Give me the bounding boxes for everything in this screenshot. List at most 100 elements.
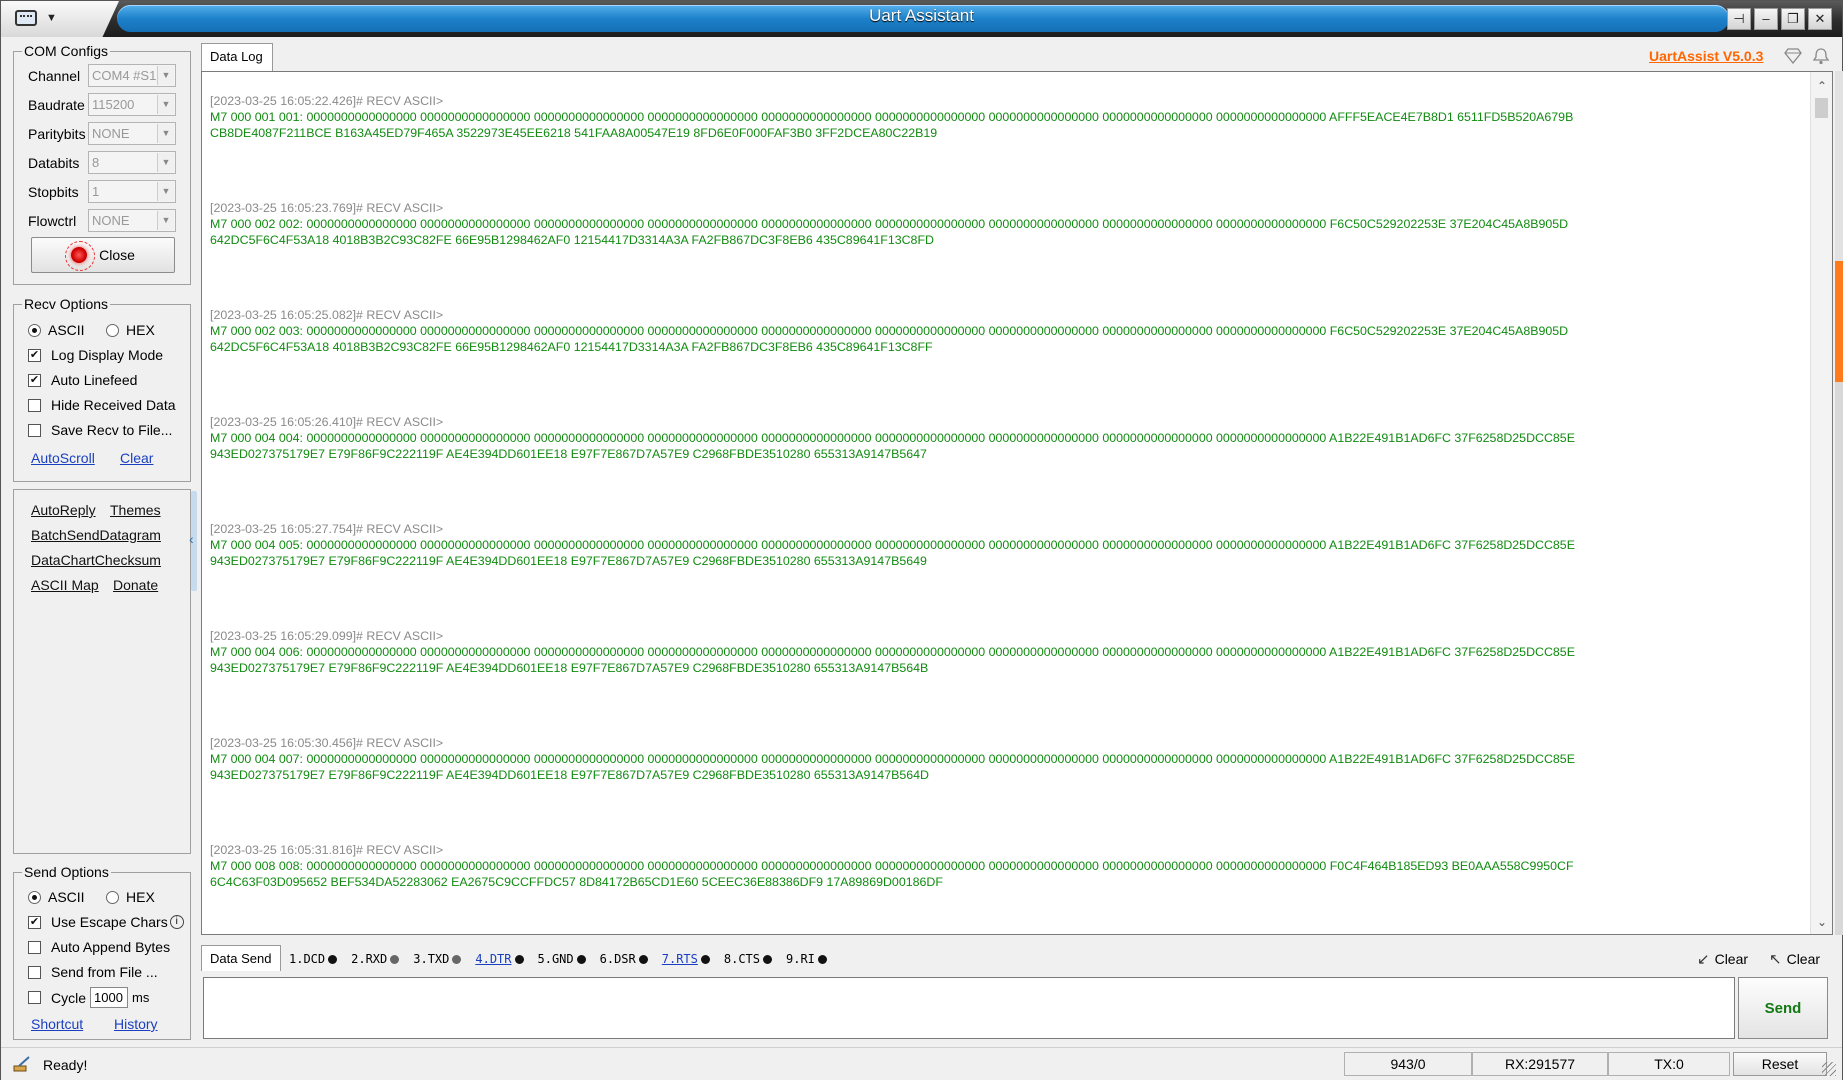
channel-row: Channel COM4 #S1 ▼ xyxy=(28,64,176,87)
close-icon[interactable]: ✕ xyxy=(1808,8,1832,30)
pin-label: 9.RI xyxy=(786,952,815,966)
chevron-down-icon: ▼ xyxy=(157,182,174,201)
com-configs-title: COM Configs xyxy=(22,43,111,59)
flowctrl-select[interactable]: NONE ▼ xyxy=(88,209,176,232)
reset-button[interactable]: Reset xyxy=(1733,1052,1827,1076)
log-content: [2023-03-25 16:05:22.426]# RECV ASCII> M7… xyxy=(210,72,1800,934)
log-display-mode-checkbox[interactable]: ✔ Log Display Mode xyxy=(28,347,163,363)
pin-indicator[interactable]: 4.DTR xyxy=(475,952,524,966)
close-port-button[interactable]: Close xyxy=(31,237,175,273)
diamond-icon[interactable] xyxy=(1784,48,1802,64)
pin-indicator: 9.RI xyxy=(786,952,827,966)
cycle-interval-input[interactable]: 1000 xyxy=(90,987,129,1008)
data-log-view[interactable]: [2023-03-25 16:05:22.426]# RECV ASCII> M7… xyxy=(201,71,1833,935)
minimize-icon[interactable]: – xyxy=(1754,8,1778,30)
tab-data-send[interactable]: Data Send xyxy=(201,945,281,971)
recv-hex-radio[interactable]: HEX xyxy=(106,322,155,338)
scroll-down-icon[interactable]: ⌄ xyxy=(1811,912,1832,932)
chevron-down-icon: ▼ xyxy=(157,124,174,143)
log-data-line: M7 000 004 007: 0000000000000000 0000000… xyxy=(210,752,1575,766)
cycle-row: Cycle 1000 ms xyxy=(28,987,149,1008)
pin-led-icon xyxy=(514,954,524,964)
auto-linefeed-checkbox[interactable]: ✔ Auto Linefeed xyxy=(28,372,137,388)
pin-led-icon xyxy=(638,954,648,964)
version-link[interactable]: UartAssist V5.0.3 xyxy=(1649,48,1763,64)
use-escape-chars-checkbox[interactable]: ✔ Use Escape Chars i xyxy=(28,914,184,930)
radio-selected-icon xyxy=(28,323,41,337)
pin-label: 3.TXD xyxy=(413,952,450,966)
shortcut-link[interactable]: Shortcut xyxy=(31,1016,83,1032)
baudrate-label: Baudrate xyxy=(28,96,85,113)
pin-icon[interactable]: ⊣ xyxy=(1727,8,1751,30)
close-port-label: Close xyxy=(99,247,135,263)
log-timestamp: [2023-03-25 16:05:27.754]# RECV ASCII> xyxy=(210,522,444,536)
flowctrl-row: Flowctrl NONE ▼ xyxy=(28,209,176,232)
maximize-icon[interactable]: ❐ xyxy=(1781,8,1805,30)
radio-selected-icon xyxy=(28,890,41,904)
autoscroll-link[interactable]: AutoScroll xyxy=(31,450,95,466)
send-from-file-checkbox[interactable]: Send from File ... xyxy=(28,964,158,980)
info-icon[interactable]: i xyxy=(169,915,184,929)
right-edge-strip xyxy=(1835,71,1843,935)
log-data-line: 943ED027375179E7 E79F86F9C222119F AE4E39… xyxy=(210,554,927,568)
title-bar[interactable]: ▼ Uart Assistant ⊣ – ❐ ✕ xyxy=(1,1,1842,37)
chevron-down-icon: ▼ xyxy=(157,211,174,230)
databits-select[interactable]: 8 ▼ xyxy=(88,151,176,174)
tab-data-log[interactable]: Data Log xyxy=(201,43,273,71)
log-data-line: M7 000 004 006: 0000000000000000 0000000… xyxy=(210,645,1575,659)
pin-indicator[interactable]: 7.RTS xyxy=(662,952,710,966)
log-scrollbar[interactable]: ⌃ ⌄ xyxy=(1810,72,1832,934)
log-timestamp: [2023-03-25 16:05:29.099]# RECV ASCII> xyxy=(210,629,444,643)
pin-label: 1.DCD xyxy=(289,952,326,966)
log-entry: [2023-03-25 16:05:25.082]# RECV ASCII> M7… xyxy=(210,307,1800,355)
autoreply-link[interactable]: AutoReply xyxy=(31,502,96,518)
stopbits-label: Stopbits xyxy=(28,183,79,200)
send-button[interactable]: Send xyxy=(1738,977,1828,1039)
log-data-line: M7 000 004 004: 0000000000000000 0000000… xyxy=(210,431,1575,445)
themes-link[interactable]: Themes xyxy=(110,502,161,518)
hide-received-checkbox[interactable]: Hide Received Data xyxy=(28,397,176,413)
pin-indicator: 8.CTS xyxy=(724,952,772,966)
bell-icon[interactable] xyxy=(1811,47,1831,65)
recv-clear-link[interactable]: Clear xyxy=(120,450,153,466)
history-link[interactable]: History xyxy=(114,1016,158,1032)
recv-ascii-radio[interactable]: ASCII xyxy=(28,322,85,338)
save-recv-checkbox[interactable]: Save Recv to File... xyxy=(28,422,172,438)
baudrate-select[interactable]: 115200 ▼ xyxy=(88,93,176,116)
log-data-line: 642DC5F6C4F53A18 4018B3B2C93C82FE 66E95B… xyxy=(210,340,933,354)
tools-panel: AutoReply Themes BatchSendDatagram DataC… xyxy=(13,489,191,854)
arrow-up-left-icon: ↖ xyxy=(1769,951,1782,968)
clear-recv-button[interactable]: ↙ Clear xyxy=(1697,950,1748,968)
radio-icon xyxy=(106,323,119,337)
log-timestamp: [2023-03-25 16:05:26.410]# RECV ASCII> xyxy=(210,415,444,429)
auto-append-checkbox[interactable]: Auto Append Bytes xyxy=(28,939,170,955)
resize-grip[interactable] xyxy=(1822,1062,1836,1076)
cycle-label: Cycle xyxy=(51,989,87,1006)
pin-status-list: 1.DCD 2.RXD 3.TXD 4.DTR 5.GND 6.DSR 7.RTS 8.CTS… xyxy=(289,952,827,966)
paritybits-select[interactable]: NONE ▼ xyxy=(88,122,176,145)
ascii-map-link[interactable]: ASCII Map xyxy=(31,577,99,593)
paritybits-label: Paritybits xyxy=(28,125,86,142)
batch-send-link[interactable]: BatchSendDatagram xyxy=(31,527,161,543)
send-hex-radio[interactable]: HEX xyxy=(106,889,155,905)
datachart-checksum-link[interactable]: DataChartChecksum xyxy=(31,552,161,568)
pin-led-icon xyxy=(328,954,338,964)
scroll-up-icon[interactable]: ⌃ xyxy=(1811,76,1832,96)
scroll-thumb[interactable] xyxy=(1815,98,1828,118)
donate-link[interactable]: Donate xyxy=(113,577,158,593)
pin-led-icon xyxy=(576,954,586,964)
send-input[interactable] xyxy=(203,977,1735,1039)
log-data-line: M7 000 001 001: 0000000000000000 0000000… xyxy=(210,110,1574,124)
panel-splitter[interactable]: ‹ xyxy=(189,491,197,591)
channel-select[interactable]: COM4 #S1 ▼ xyxy=(88,64,176,87)
log-data-line: 943ED027375179E7 E79F86F9C222119F AE4E39… xyxy=(210,447,927,461)
clear-send-button[interactable]: ↖ Clear xyxy=(1769,950,1820,968)
send-options-title: Send Options xyxy=(22,864,111,880)
stopbits-select[interactable]: 1 ▼ xyxy=(88,180,176,203)
log-entry: [2023-03-25 16:05:29.099]# RECV ASCII> M7… xyxy=(210,628,1800,676)
cycle-checkbox[interactable] xyxy=(28,991,41,1004)
chevron-left-icon: ‹ xyxy=(189,531,194,547)
recv-options-title: Recv Options xyxy=(22,296,111,312)
chevron-down-icon: ▼ xyxy=(157,95,174,114)
send-ascii-radio[interactable]: ASCII xyxy=(28,889,85,905)
